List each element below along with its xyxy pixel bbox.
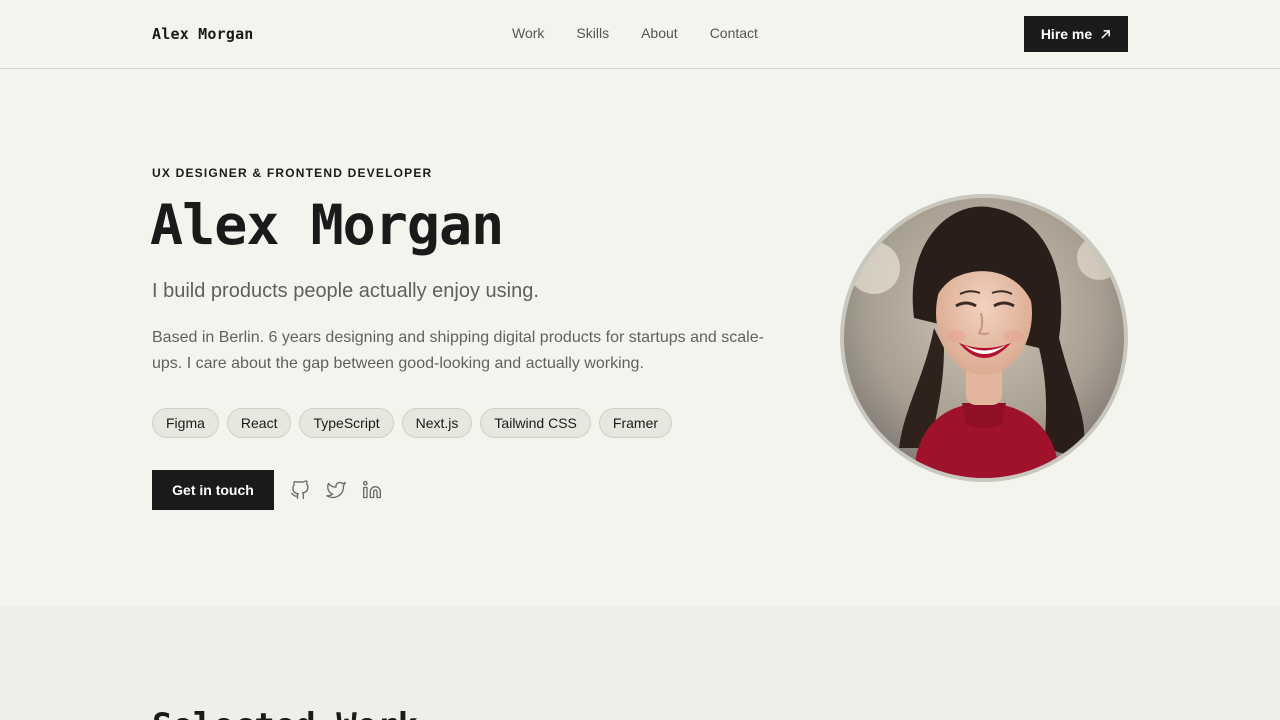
- twitter-icon[interactable]: [326, 480, 346, 500]
- skill-chip-tailwind: Tailwind CSS: [480, 408, 591, 438]
- top-nav: Alex Morgan Work Skills About Contact Hi…: [0, 0, 1280, 69]
- hero-tagline: I build products people actually enjoy u…: [152, 280, 539, 302]
- github-icon[interactable]: [290, 480, 310, 500]
- site-logo[interactable]: Alex Morgan: [152, 25, 254, 43]
- hero-name: Alex Morgan: [150, 193, 504, 257]
- arrow-up-right-icon: [1101, 29, 1111, 39]
- hero-bio: Based in Berlin. 6 years designing and s…: [152, 329, 764, 372]
- nav-link-work[interactable]: Work: [512, 25, 544, 41]
- selected-work-section: Selected Work: [0, 606, 1280, 720]
- selected-work-title: Selected Work: [152, 706, 418, 720]
- skill-chip-typescript: TypeScript: [299, 408, 394, 438]
- linkedin-icon[interactable]: [362, 480, 382, 500]
- nav-link-contact[interactable]: Contact: [710, 25, 758, 41]
- profile-photo: [840, 194, 1128, 482]
- skill-chips: Figma React TypeScript Next.js Tailwind …: [152, 408, 673, 438]
- nav-links: Work Skills About Contact: [512, 25, 790, 41]
- hire-me-button[interactable]: Hire me: [1024, 16, 1128, 52]
- nav-link-about[interactable]: About: [641, 25, 678, 41]
- portrait-illustration: [844, 198, 1124, 478]
- get-in-touch-button[interactable]: Get in touch: [152, 470, 274, 510]
- skill-chip-nextjs: Next.js: [401, 408, 473, 438]
- skill-chip-react: React: [226, 408, 292, 438]
- hero-eyebrow: UX DESIGNER & FRONTEND DEVELOPER: [152, 166, 433, 180]
- skill-chip-figma: Figma: [152, 408, 219, 438]
- nav-link-skills[interactable]: Skills: [576, 25, 609, 41]
- hire-me-label: Hire me: [1040, 26, 1093, 42]
- skill-chip-framer: Framer: [598, 408, 673, 438]
